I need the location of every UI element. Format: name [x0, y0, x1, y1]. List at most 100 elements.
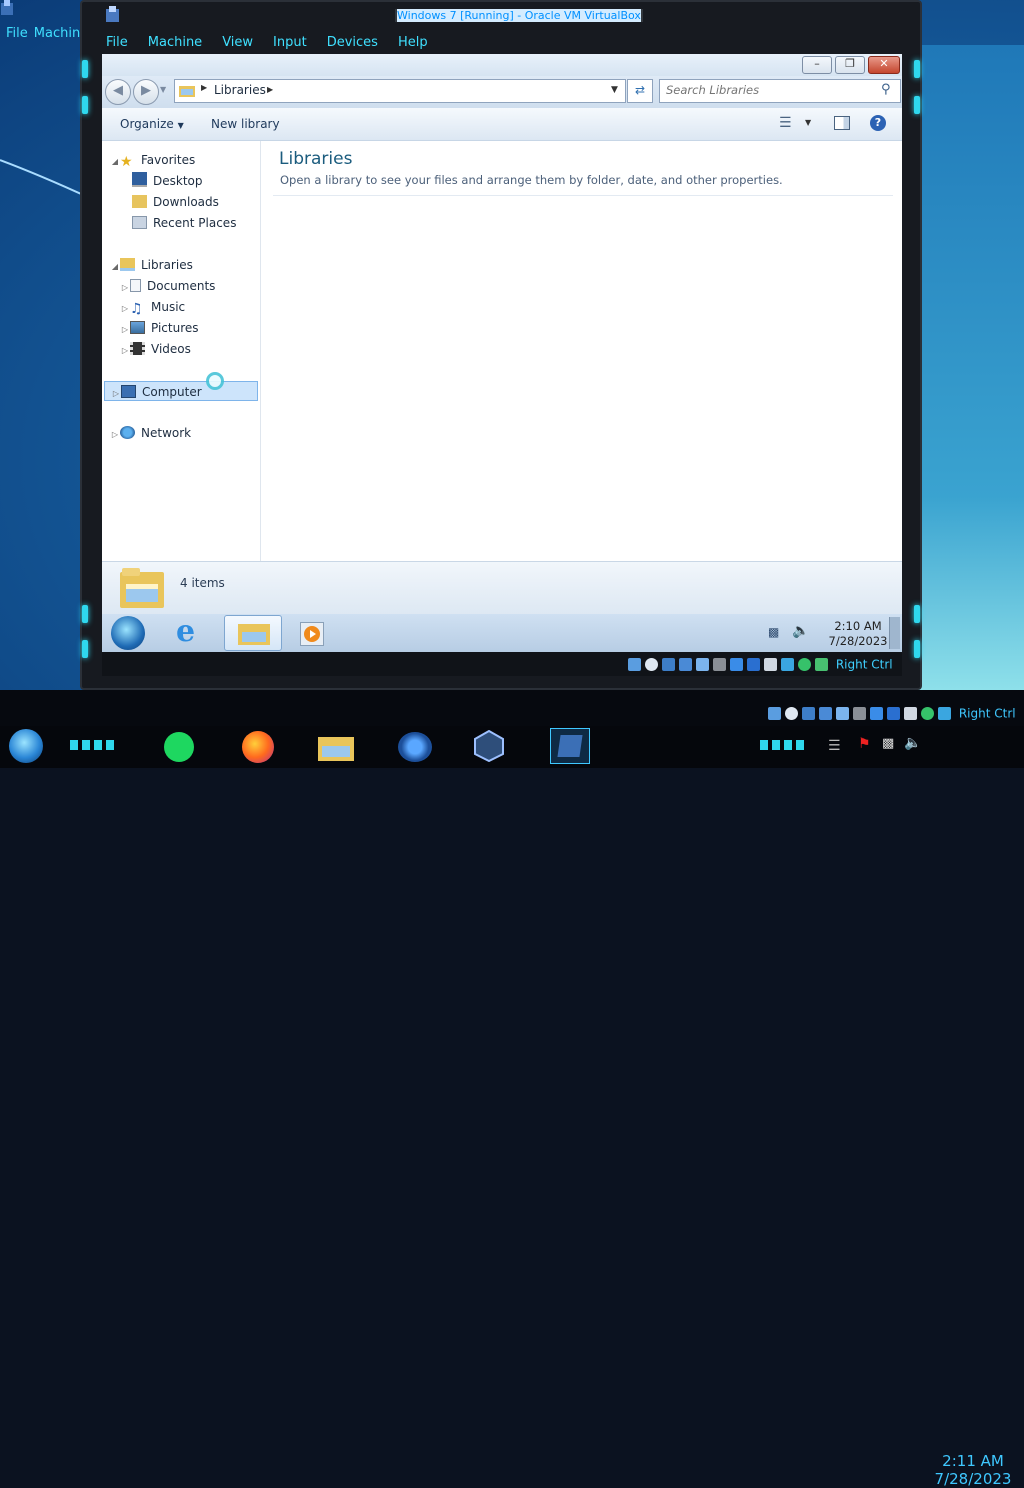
recent-pages-dropdown[interactable]: ▼	[160, 85, 166, 94]
nav-music[interactable]: ▷ ♫ Music	[120, 297, 185, 317]
mouse-integration-icon[interactable]	[798, 658, 811, 671]
collapsed-icon[interactable]: ▷	[111, 384, 121, 404]
collapsed-icon[interactable]: ▷	[120, 341, 130, 361]
vm-menu-input[interactable]: Input	[273, 35, 307, 50]
search-box[interactable]: ⚲	[659, 79, 901, 103]
vm-menu-file[interactable]: File	[106, 35, 128, 50]
view-options-dropdown-icon[interactable]: ▼	[805, 118, 811, 127]
spotify-icon[interactable]	[164, 732, 194, 762]
virtualization-icon[interactable]	[904, 707, 917, 720]
show-desktop-button[interactable]	[889, 617, 900, 649]
host-clock-date: 7/28/2023	[934, 1470, 1012, 1488]
forward-button[interactable]: ▶	[133, 79, 159, 105]
nav-network[interactable]: ▷ Network	[110, 423, 191, 443]
collapsed-icon[interactable]: ▷	[120, 320, 130, 340]
back-button[interactable]: ◀	[105, 79, 131, 105]
breadcrumb-chevron-icon[interactable]: ▶	[267, 85, 273, 94]
download-manager-icon[interactable]	[398, 732, 432, 762]
music-note-icon: ♫	[130, 301, 143, 317]
new-library-button[interactable]: New library	[211, 117, 280, 131]
host-clock[interactable]: 2:11 AM 7/28/2023	[928, 1452, 1018, 1488]
address-dropdown-icon[interactable]: ▼	[611, 85, 618, 95]
refresh-button[interactable]: ⇄	[627, 79, 653, 103]
network-adapter-icon[interactable]	[679, 658, 692, 671]
nav-desktop[interactable]: Desktop	[132, 171, 203, 191]
host-menu-file[interactable]: File	[6, 26, 28, 41]
network-tray-icon[interactable]: ▩	[768, 625, 779, 639]
network-tray-icon[interactable]: ▩	[882, 736, 894, 751]
change-view-icon[interactable]: ☰	[779, 115, 792, 131]
recording-icon[interactable]	[887, 707, 900, 720]
media-player-icon[interactable]	[300, 622, 324, 646]
internet-explorer-icon[interactable]: e	[176, 617, 206, 648]
optical-drive-icon[interactable]	[785, 707, 798, 720]
breadcrumb-libraries[interactable]: Libraries	[214, 83, 266, 97]
navigation-pane: ◢ ★ Favorites Desktop Downloads Recent Pla…	[102, 141, 261, 561]
vm-menu-help[interactable]: Help	[398, 35, 428, 50]
file-explorer-icon[interactable]	[318, 732, 354, 762]
volume-icon[interactable]: 🔈	[792, 623, 809, 639]
tray-menu-icon[interactable]: ☰	[828, 738, 841, 754]
search-input[interactable]	[660, 80, 876, 100]
libraries-icon	[120, 258, 135, 271]
shared-folders-icon[interactable]	[853, 707, 866, 720]
audio-icon[interactable]	[802, 707, 815, 720]
collapsed-icon[interactable]: ▷	[120, 299, 130, 319]
nav-documents-label: Documents	[147, 279, 216, 293]
virtualization-icon[interactable]	[764, 658, 777, 671]
guest-clock[interactable]: 2:10 AM 7/28/2023	[818, 619, 898, 649]
close-button[interactable]: ✕	[868, 56, 900, 74]
search-icon[interactable]: ⚲	[881, 82, 891, 97]
host-taskbar: ☰ ⚑ ▩ 🔈 2:11 AM 7/28/2023	[0, 726, 1024, 1488]
collapsed-icon[interactable]: ▷	[120, 278, 130, 298]
virtualbox-taskbar-icon[interactable]	[474, 729, 504, 763]
shared-folders-icon[interactable]	[713, 658, 726, 671]
firefox-icon[interactable]	[242, 731, 274, 763]
help-icon[interactable]: ?	[870, 115, 886, 131]
hard-disk-icon[interactable]	[768, 707, 781, 720]
keyboard-icon[interactable]	[815, 658, 828, 671]
nav-downloads-label: Downloads	[153, 195, 219, 209]
expanded-icon[interactable]: ◢	[110, 152, 120, 172]
vm-menu-machine[interactable]: Machine	[148, 35, 202, 50]
windows7-vm-taskbar-button[interactable]	[550, 728, 590, 764]
minimize-button[interactable]: –	[802, 56, 832, 74]
frame-accent	[82, 60, 88, 78]
hard-disk-icon[interactable]	[628, 658, 641, 671]
cpu-icon[interactable]	[781, 658, 794, 671]
nav-recent-places[interactable]: Recent Places	[132, 213, 236, 233]
nav-computer[interactable]: ▷ Computer	[104, 381, 258, 401]
host-start-orb-icon[interactable]	[9, 729, 43, 763]
vm-menu-devices[interactable]: Devices	[327, 35, 378, 50]
action-center-flag-icon[interactable]: ⚑	[858, 736, 871, 752]
usb-icon[interactable]	[836, 707, 849, 720]
nav-libraries[interactable]: ◢ Libraries	[110, 255, 193, 275]
mouse-integration-icon[interactable]	[921, 707, 934, 720]
volume-icon[interactable]: 🔈	[904, 735, 921, 751]
audio-icon[interactable]	[662, 658, 675, 671]
display-icon[interactable]	[870, 707, 883, 720]
preview-pane-icon[interactable]	[834, 116, 850, 130]
restore-button[interactable]: ❐	[835, 56, 865, 74]
expanded-icon[interactable]: ◢	[110, 257, 120, 277]
nav-favorites[interactable]: ◢ ★ Favorites	[110, 150, 195, 170]
taskbar-explorer-button[interactable]	[224, 615, 282, 651]
optical-drive-icon[interactable]	[645, 658, 658, 671]
collapsed-icon[interactable]: ▷	[110, 425, 120, 445]
nav-favorites-label: Favorites	[141, 153, 196, 167]
nav-pictures[interactable]: ▷ Pictures	[120, 318, 199, 338]
nav-videos[interactable]: ▷ Videos	[120, 339, 191, 359]
nav-downloads[interactable]: Downloads	[132, 192, 219, 212]
command-bar: Organize ▼ New library ☰ ▼ ?	[102, 108, 902, 141]
usb-icon[interactable]	[696, 658, 709, 671]
nav-documents[interactable]: ▷ Documents	[120, 276, 215, 296]
vm-menu-view[interactable]: View	[222, 35, 253, 50]
display-icon[interactable]	[730, 658, 743, 671]
organize-button[interactable]: Organize ▼	[120, 117, 184, 131]
busy-cursor-icon	[206, 372, 224, 390]
address-bar[interactable]: ▶ Libraries ▶ ▼	[174, 79, 626, 103]
network-adapter-icon[interactable]	[819, 707, 832, 720]
keyboard-icon[interactable]	[938, 707, 951, 720]
recording-icon[interactable]	[747, 658, 760, 671]
start-orb-icon[interactable]	[111, 616, 145, 650]
